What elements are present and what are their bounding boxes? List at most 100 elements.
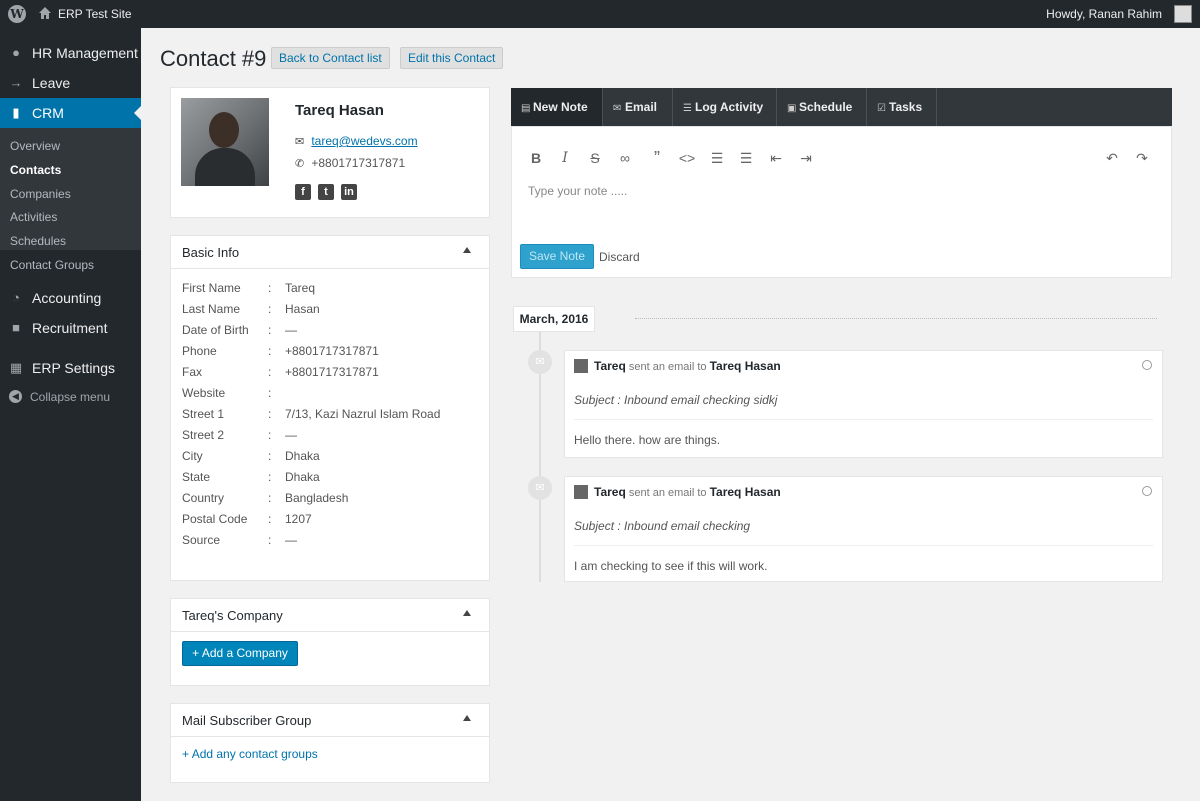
timeline-entry-meta: Tareq sent an email to Tareq Hasan <box>594 359 781 373</box>
collapse-toggle-icon[interactable] <box>463 247 471 253</box>
basic-info-header[interactable]: Basic Info <box>171 236 489 269</box>
menu-item-label: Accounting <box>32 290 102 306</box>
info-row: Last Name: Hasan <box>182 302 482 318</box>
link-icon[interactable]: ∞ <box>615 149 635 167</box>
page-title: Contact #9 <box>160 46 267 71</box>
info-value: — <box>285 533 297 547</box>
collapse-toggle-icon[interactable] <box>463 610 471 616</box>
tab-log-activity[interactable]: ☰ Log Activity <box>673 88 777 126</box>
actor-name[interactable]: Tareq <box>594 359 626 373</box>
collapse-menu-button[interactable]: ◀ Collapse menu <box>0 386 141 410</box>
clock-icon <box>1142 360 1152 370</box>
user-avatar[interactable] <box>1174 5 1192 23</box>
submenu-item-companies[interactable]: Companies <box>10 187 71 201</box>
strikethrough-icon[interactable]: S <box>585 149 605 167</box>
menu-item-erp-settings[interactable]: ▦ ERP Settings <box>0 353 141 383</box>
site-name-link[interactable]: ERP Test Site <box>58 7 132 21</box>
redo-icon[interactable]: ↷ <box>1132 149 1152 167</box>
add-company-button[interactable]: + Add a Company <box>182 641 298 666</box>
timeline-entry-meta: Tareq sent an email to Tareq Hasan <box>594 485 781 499</box>
info-value: Hasan <box>285 302 320 316</box>
submenu-item-overview[interactable]: Overview <box>10 139 60 153</box>
linkedin-icon[interactable]: in <box>341 184 357 200</box>
target-name[interactable]: Tareq Hasan <box>710 359 781 373</box>
email-subject: Subject : Inbound email checking sidkj <box>574 393 778 407</box>
blockquote-icon[interactable]: ” <box>647 149 667 167</box>
target-name[interactable]: Tareq Hasan <box>710 485 781 499</box>
bold-icon[interactable]: B <box>526 149 546 167</box>
submenu-item-schedules[interactable]: Schedules <box>10 234 66 248</box>
info-separator: : <box>268 470 272 484</box>
code-icon[interactable]: <> <box>677 149 697 167</box>
avatar <box>574 359 588 373</box>
tab-label: Email <box>625 100 658 114</box>
discard-link[interactable]: Discard <box>599 250 640 264</box>
note-input[interactable]: Type your note ..... <box>528 184 627 198</box>
indent-icon[interactable]: ⇥ <box>796 149 816 167</box>
info-value: +8801717317871 <box>285 344 379 358</box>
edit-contact-button[interactable]: Edit this Contact <box>400 47 504 69</box>
check-icon: ☑ <box>877 103 886 114</box>
menu-item-crm[interactable]: ▮ CRM <box>0 98 141 128</box>
info-key: Street 1 <box>182 407 225 421</box>
collapse-toggle-icon[interactable] <box>463 715 471 721</box>
info-separator: : <box>268 407 272 421</box>
menu-item-label: Leave <box>32 75 71 91</box>
timeline-entry: Tareq sent an email to Tareq Hasan Subje… <box>564 350 1163 458</box>
undo-icon[interactable]: ↶ <box>1102 149 1122 167</box>
tab-tasks[interactable]: ☑ Tasks <box>867 88 937 126</box>
wordpress-logo-icon[interactable]: W <box>8 5 26 23</box>
info-row: State: Dhaka <box>182 470 482 486</box>
menu-item-hr-management[interactable]: ● HR Management <box>0 38 141 68</box>
contact-photo <box>181 98 269 186</box>
howdy-user-link[interactable]: Howdy, Ranan Rahim <box>1046 7 1162 21</box>
info-value: +8801717317871 <box>285 365 379 379</box>
mail-subscriber-header[interactable]: Mail Subscriber Group <box>171 704 489 737</box>
bullet-list-icon[interactable]: ☰ <box>707 149 727 167</box>
arrow-right-icon: → <box>9 75 23 90</box>
contact-email-link[interactable]: tareq@wedevs.com <box>311 134 417 148</box>
menu-item-recruitment[interactable]: ■ Recruitment <box>0 313 141 343</box>
info-value: — <box>285 323 297 337</box>
settings-icon: ▦ <box>9 360 23 375</box>
divider <box>574 419 1153 420</box>
menu-item-accounting[interactable]: ◔ Accounting <box>0 283 141 313</box>
company-header[interactable]: Tareq's Company <box>171 599 489 632</box>
submenu-item-contact-groups[interactable]: Contact Groups <box>10 258 94 272</box>
info-row: Fax: +8801717317871 <box>182 365 482 381</box>
email-message: I am checking to see if this will work. <box>574 559 768 573</box>
home-icon[interactable] <box>38 6 52 20</box>
info-value: — <box>285 428 297 442</box>
plus-icon: + <box>192 646 202 660</box>
tab-email[interactable]: ✉ Email <box>603 88 673 126</box>
back-to-contact-list-button[interactable]: Back to Contact list <box>271 47 390 69</box>
facebook-icon[interactable]: f <box>295 184 311 200</box>
submenu-item-activities[interactable]: Activities <box>10 210 57 224</box>
info-separator: : <box>268 281 272 295</box>
mail-subscriber-title: Mail Subscriber Group <box>182 713 312 728</box>
numbered-list-icon[interactable]: ☰ <box>736 149 756 167</box>
italic-icon[interactable]: I <box>555 149 575 167</box>
contact-phone-line: ✆ +8801717317871 <box>295 156 405 170</box>
divider <box>574 545 1153 546</box>
bar-chart-icon: ▮ <box>12 105 20 120</box>
info-key: Fax <box>182 365 203 379</box>
person-lock-icon: ■ <box>12 320 20 335</box>
menu-item-label: HR Management <box>32 45 138 61</box>
info-key: Website <box>182 386 226 400</box>
tab-new-note[interactable]: ▤ New Note <box>511 88 603 126</box>
info-key: Postal Code <box>182 512 248 526</box>
tab-schedule[interactable]: ▣ Schedule <box>777 88 867 126</box>
save-note-button[interactable]: Save Note <box>520 244 594 269</box>
info-row: Street 1:7/13, Kazi Nazrul Islam Road <box>182 407 482 423</box>
info-separator: : <box>268 512 272 526</box>
outdent-icon[interactable]: ⇤ <box>766 149 786 167</box>
actor-name[interactable]: Tareq <box>594 485 626 499</box>
add-contact-groups-link[interactable]: + Add any contact groups <box>182 747 318 761</box>
menu-item-leave[interactable]: → Leave <box>0 68 141 98</box>
basic-info-panel: Basic Info First Name: Tareq Last Name: Has… <box>170 235 490 581</box>
twitter-icon[interactable]: t <box>318 184 334 200</box>
basic-info-title: Basic Info <box>182 245 240 260</box>
submenu-item-contacts[interactable]: Contacts <box>10 163 61 177</box>
contact-email-line: ✉ tareq@wedevs.com <box>295 134 418 148</box>
